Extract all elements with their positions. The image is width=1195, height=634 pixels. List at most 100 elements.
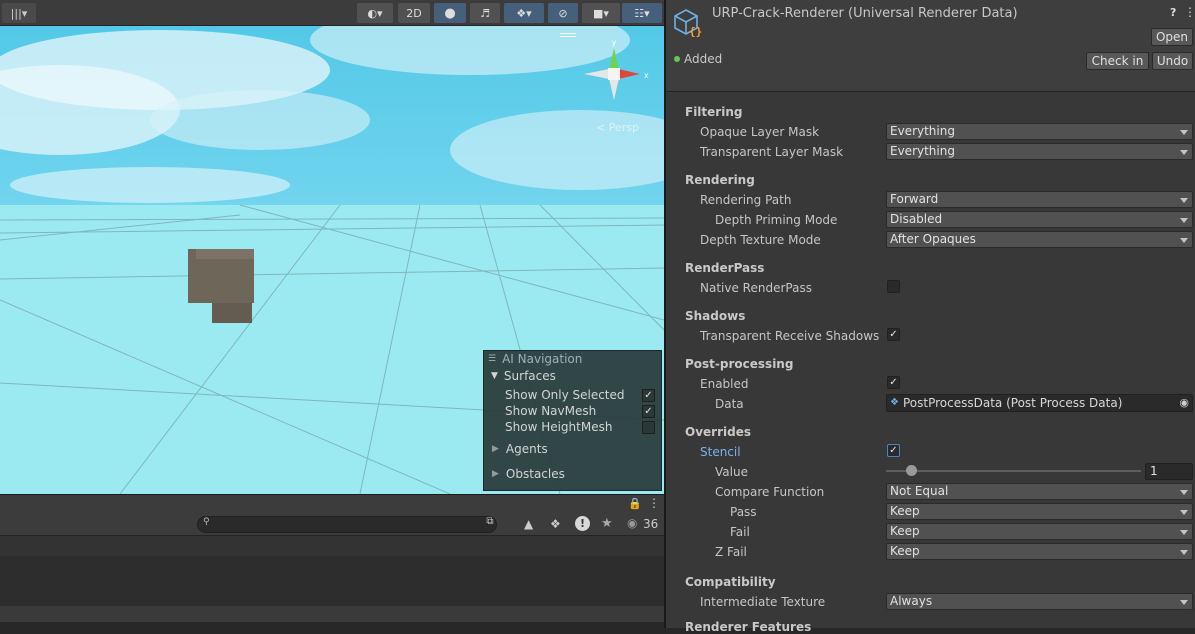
dropdown-value: Disabled	[890, 212, 943, 226]
triangle-right-icon: ▶	[492, 444, 499, 454]
project-row[interactable]	[0, 606, 664, 622]
object-field-value: PostProcessData (Post Process Data)	[903, 396, 1123, 410]
stencil-pass-label: Pass	[730, 505, 757, 519]
slider-thumb[interactable]	[906, 465, 917, 476]
option-show-heightmesh[interactable]: Show HeightMesh	[505, 419, 612, 435]
post-processing-enabled-checkbox[interactable]: ✓	[887, 376, 900, 389]
post-process-data-label: Data	[715, 397, 744, 411]
show-only-selected-checkbox[interactable]: ✓	[642, 389, 655, 402]
toggle-2d-label: 2D	[406, 6, 422, 20]
audio-icon: ♬	[480, 6, 490, 20]
gizmos-icon: ☷▾	[634, 6, 650, 20]
option-show-navmesh[interactable]: Show NavMesh	[505, 403, 596, 419]
open-button-label: Open	[1155, 30, 1189, 44]
chevron-down-icon	[1180, 218, 1188, 223]
gizmos-dropdown[interactable]: ☷▾	[622, 3, 662, 23]
shading-mode-dropdown[interactable]: ◐▾	[357, 3, 393, 23]
triangle-right-icon: ▶	[492, 469, 499, 479]
shading-mode-icon: ◐▾	[367, 6, 383, 20]
ai-navigation-overlay: ☰ AI Navigation ▼ Surfaces Show Only Sel…	[483, 350, 662, 491]
stencil-value-input[interactable]: 1	[1145, 463, 1193, 480]
chevron-down-icon	[1180, 600, 1188, 605]
camera-icon: ■▾	[593, 6, 609, 20]
obstacles-foldout[interactable]: ▶ Obstacles	[492, 466, 565, 482]
project-panel-header: 🔒 ⋮	[0, 494, 664, 514]
project-row[interactable]	[0, 536, 664, 556]
project-row[interactable]	[0, 556, 664, 606]
option-show-only-selected[interactable]: Show Only Selected	[505, 387, 625, 403]
effects-icon: ❖▾	[516, 6, 532, 20]
dropdown-value: After Opaques	[890, 232, 976, 246]
camera-dropdown[interactable]: ■▾	[582, 3, 620, 23]
gizmo-x-label: x	[644, 71, 649, 80]
stencil-value-number: 1	[1150, 464, 1158, 478]
section-overrides: Overrides	[685, 425, 751, 439]
dropdown-value: Forward	[890, 192, 939, 206]
stencil-value-slider[interactable]	[886, 464, 1141, 478]
transparent-receive-shadows-checkbox[interactable]: ✓	[887, 328, 900, 341]
post-process-data-field[interactable]: ❖ PostProcessData (Post Process Data) ◉	[886, 394, 1193, 412]
visibility-icon: ⊘	[558, 6, 568, 20]
stencil-fail-label: Fail	[730, 525, 750, 539]
toggle-2d-button[interactable]: 2D	[398, 3, 430, 23]
hidden-packages-eye-icon[interactable]: ◉	[627, 516, 637, 530]
search-options-icon[interactable]: ⧉	[482, 516, 498, 532]
scene-view[interactable]: |||▾ ◐▾ 2D ● ♬ ❖▾ ⊘ ■▾ ☷▾ y x < Persp ☰ …	[0, 0, 664, 494]
show-heightmesh-checkbox[interactable]	[642, 421, 655, 434]
stencil-zfail-dropdown[interactable]: Keep	[886, 543, 1193, 560]
stencil-fail-dropdown[interactable]: Keep	[886, 523, 1193, 540]
stencil-pass-dropdown[interactable]: Keep	[886, 503, 1193, 520]
rendering-path-dropdown[interactable]: Forward	[886, 191, 1193, 208]
scene-drag-handle[interactable]	[560, 33, 576, 37]
effects-dropdown[interactable]: ❖▾	[504, 3, 544, 23]
triangle-down-icon: ▼	[491, 371, 498, 381]
native-renderpass-checkbox[interactable]	[887, 280, 900, 293]
camera-projection-label[interactable]: < Persp	[596, 121, 639, 134]
scene-object-cube-base[interactable]	[212, 303, 252, 323]
section-renderer-features: Renderer Features	[685, 620, 812, 634]
dropdown-value: Everything	[890, 124, 955, 138]
scene-visibility-toggle[interactable]: ⊘	[548, 3, 578, 23]
show-navmesh-checkbox[interactable]: ✓	[642, 405, 655, 418]
section-compatibility: Compatibility	[685, 575, 776, 589]
filter-by-label-icon[interactable]: ❖	[550, 517, 561, 531]
overlay-header[interactable]: ☰ AI Navigation	[488, 351, 658, 367]
surfaces-foldout[interactable]: ▼ Surfaces	[491, 368, 556, 384]
help-icon[interactable]: ?	[1170, 6, 1176, 19]
transparent-layer-mask-dropdown[interactable]: Everything	[886, 143, 1193, 160]
object-picker-icon[interactable]: ◉	[1179, 395, 1189, 411]
filter-by-type-icon[interactable]: ▲	[524, 517, 533, 531]
inspector-title: URP-Crack-Renderer (Universal Renderer D…	[712, 6, 1018, 21]
dropdown-value: Keep	[890, 544, 920, 558]
more-menu-icon[interactable]: ⋮	[1184, 5, 1195, 19]
dropdown-value: Keep	[890, 504, 920, 518]
favorites-star-icon[interactable]: ★	[601, 516, 613, 531]
chevron-down-icon	[1180, 150, 1188, 155]
obstacles-label: Obstacles	[505, 467, 565, 481]
agents-foldout[interactable]: ▶ Agents	[492, 441, 548, 457]
opaque-layer-mask-label: Opaque Layer Mask	[700, 125, 820, 139]
scene-object-cube-top	[196, 249, 254, 259]
open-button[interactable]: Open	[1151, 28, 1193, 46]
lighting-toggle[interactable]: ●	[434, 3, 466, 23]
lock-icon[interactable]: 🔒	[628, 497, 642, 510]
section-filtering: Filtering	[685, 105, 743, 119]
depth-texture-mode-dropdown[interactable]: After Opaques	[886, 231, 1193, 248]
more-menu-icon[interactable]: ⋮	[648, 496, 660, 510]
warning-filter-icon[interactable]: !	[575, 516, 590, 531]
depth-priming-mode-dropdown[interactable]: Disabled	[886, 211, 1193, 228]
compare-function-dropdown[interactable]: Not Equal	[886, 483, 1193, 500]
undo-button[interactable]: Undo	[1152, 52, 1193, 70]
toolbar-overlay-menu[interactable]: |||▾	[2, 3, 36, 23]
check-in-button[interactable]: Check in	[1086, 52, 1149, 70]
audio-toggle[interactable]: ♬	[470, 3, 500, 23]
orientation-gizmo[interactable]: y x	[578, 38, 650, 110]
chevron-down-icon	[1180, 510, 1188, 515]
stencil-checkbox[interactable]: ✓	[887, 444, 900, 457]
intermediate-texture-dropdown[interactable]: Always	[886, 593, 1193, 610]
chevron-down-icon	[1180, 490, 1188, 495]
camera-projection-text: Persp	[608, 121, 639, 134]
depth-texture-mode-label: Depth Texture Mode	[700, 233, 821, 247]
project-search-input[interactable]: ⚲ ⧉	[197, 516, 497, 533]
opaque-layer-mask-dropdown[interactable]: Everything	[886, 123, 1193, 140]
